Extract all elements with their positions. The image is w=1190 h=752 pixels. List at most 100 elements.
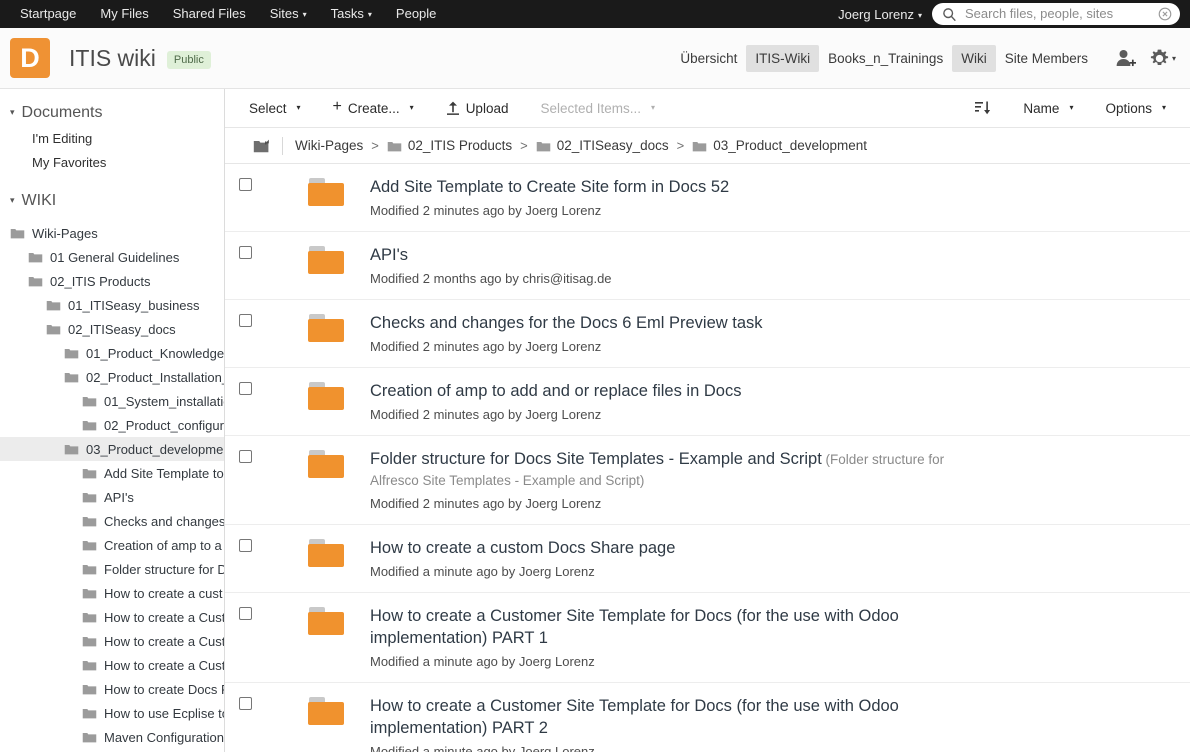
row-title[interactable]: How to create a Customer Site Template f… bbox=[370, 697, 899, 737]
file-list-row[interactable]: Checks and changes for the Docs 6 Eml Pr… bbox=[225, 300, 1190, 368]
sidebar-tree-item[interactable]: How to create a cust bbox=[0, 581, 224, 605]
topnav-item-my-files[interactable]: My Files bbox=[88, 0, 160, 28]
main-content-area: ▾ Documents I'm Editing My Favorites ▾ W… bbox=[0, 89, 1190, 752]
file-list-row[interactable]: How to create a Customer Site Template f… bbox=[225, 593, 1190, 683]
file-list-row[interactable]: How to create a Customer Site Template f… bbox=[225, 683, 1190, 752]
create-button[interactable]: + Create... ▾ bbox=[323, 95, 424, 121]
sidebar-tree-item[interactable]: 03_Product_developme bbox=[0, 437, 224, 461]
sidebar-item-my-favorites[interactable]: My Favorites bbox=[0, 151, 224, 175]
invite-members-button[interactable] bbox=[1109, 44, 1143, 72]
sidebar-tree-item[interactable]: 01_System_installatio bbox=[0, 389, 224, 413]
row-thumbnail[interactable] bbox=[298, 380, 354, 412]
sidebar-tree-item[interactable]: 02_Product_Installation_ bbox=[0, 365, 224, 389]
options-button[interactable]: Options ▾ bbox=[1095, 96, 1176, 121]
breadcrumb-item[interactable]: 02_ITIS Products bbox=[387, 138, 512, 153]
sidebar-tree-item[interactable]: 02_Product_configur bbox=[0, 413, 224, 437]
row-checkbox[interactable] bbox=[239, 382, 252, 395]
sidebar-tree-item[interactable]: 02_ITISeasy_docs bbox=[0, 317, 224, 341]
sidebar-tree-item[interactable]: Folder structure for D bbox=[0, 557, 224, 581]
row-modified-meta: Modified 2 minutes ago by Joerg Lorenz bbox=[370, 407, 602, 422]
row-checkbox[interactable] bbox=[239, 607, 252, 620]
selected-items-button[interactable]: Selected Items... ▾ bbox=[530, 96, 665, 121]
sidebar-tree-item[interactable]: Add Site Template to bbox=[0, 461, 224, 485]
site-nav-item-site-members[interactable]: Site Members bbox=[996, 45, 1097, 72]
row-checkbox[interactable] bbox=[239, 697, 252, 710]
sidebar-tree-item[interactable]: 02_ITIS Products bbox=[0, 269, 224, 293]
row-thumbnail[interactable] bbox=[298, 537, 354, 569]
search-input[interactable]: Search files, people, sites bbox=[965, 3, 1150, 25]
site-settings-button[interactable]: ▾ bbox=[1143, 44, 1176, 73]
row-thumbnail[interactable] bbox=[298, 244, 354, 276]
sidebar-tree-item[interactable]: 01_ITISeasy_business bbox=[0, 293, 224, 317]
chevron-down-icon: ▾ bbox=[1161, 102, 1166, 112]
row-title[interactable]: Creation of amp to add and or replace fi… bbox=[370, 382, 741, 400]
search-box[interactable]: Search files, people, sites bbox=[932, 3, 1180, 25]
topnav-item-shared-files[interactable]: Shared Files bbox=[161, 0, 258, 28]
row-thumbnail[interactable] bbox=[298, 695, 354, 727]
row-thumbnail[interactable] bbox=[298, 448, 354, 480]
sidebar-tree-item[interactable]: Checks and changes bbox=[0, 509, 224, 533]
site-logo[interactable]: D bbox=[10, 38, 50, 78]
sidebar-tree-item[interactable]: Creation of amp to a bbox=[0, 533, 224, 557]
sidebar-tree-item[interactable]: Maven Configuration bbox=[0, 725, 224, 749]
site-nav-item-itis-wiki[interactable]: ITIS-Wiki bbox=[746, 44, 820, 72]
site-navigation: Übersicht ITIS-Wiki Books_n_Trainings Wi… bbox=[671, 44, 1176, 73]
file-list-row[interactable]: How to create a custom Docs Share page Mo… bbox=[225, 525, 1190, 593]
topnav-item-startpage[interactable]: Startpage bbox=[8, 0, 88, 28]
row-body: How to create a Customer Site Template f… bbox=[370, 695, 1176, 752]
user-menu[interactable]: Joerg Lorenz ▾ bbox=[838, 7, 922, 22]
topnav-item-people[interactable]: People bbox=[384, 0, 448, 28]
row-checkbox[interactable] bbox=[239, 178, 252, 191]
row-checkbox[interactable] bbox=[239, 246, 252, 259]
row-checkbox[interactable] bbox=[239, 539, 252, 552]
folder-icon bbox=[64, 373, 79, 383]
row-title[interactable]: Checks and changes for the Docs 6 Eml Pr… bbox=[370, 314, 763, 332]
sidebar-tree-item[interactable]: How to create a Cust bbox=[0, 605, 224, 629]
sidebar-tree-item-label: 01_ITISeasy_business bbox=[68, 297, 200, 313]
sidebar-tree-item[interactable]: How to use Ecplise to bbox=[0, 701, 224, 725]
sort-direction-button[interactable] bbox=[965, 96, 1001, 120]
row-checkbox[interactable] bbox=[239, 314, 252, 327]
site-nav-item-uebersicht[interactable]: Übersicht bbox=[671, 45, 746, 72]
row-title[interactable]: Add Site Template to Create Site form in… bbox=[370, 178, 729, 196]
sidebar-tree-item[interactable]: How to create a Cust bbox=[0, 653, 224, 677]
topnav-item-tasks[interactable]: Tasks ▾ bbox=[319, 0, 384, 28]
sidebar-tree-item[interactable]: 01 General Guidelines bbox=[0, 245, 224, 269]
row-title[interactable]: How to create a Customer Site Template f… bbox=[370, 607, 899, 647]
sort-field-button[interactable]: Name ▾ bbox=[1013, 96, 1083, 121]
sidebar-tree-item[interactable]: API's bbox=[0, 485, 224, 509]
sidebar-item-im-editing[interactable]: I'm Editing bbox=[0, 127, 224, 151]
row-title[interactable]: Folder structure for Docs Site Templates… bbox=[370, 450, 822, 468]
sidebar-item-label: I'm Editing bbox=[32, 131, 93, 146]
sidebar-section-documents[interactable]: ▾ Documents bbox=[0, 99, 224, 127]
row-checkbox[interactable] bbox=[239, 450, 252, 463]
folder-icon bbox=[82, 589, 97, 599]
select-button[interactable]: Select ▾ bbox=[239, 96, 311, 121]
topnav-item-sites[interactable]: Sites ▾ bbox=[258, 0, 319, 28]
document-library-panel: Select ▾ + Create... ▾ Upload Selected Ite… bbox=[225, 89, 1190, 752]
clear-circle-icon[interactable] bbox=[1158, 7, 1172, 21]
row-thumbnail[interactable] bbox=[298, 176, 354, 208]
breadcrumb-item[interactable]: 02_ITISeasy_docs bbox=[536, 138, 669, 153]
sidebar-section-wiki[interactable]: ▾ WIKI bbox=[0, 187, 224, 215]
row-title[interactable]: API's bbox=[370, 246, 408, 264]
row-thumbnail[interactable] bbox=[298, 312, 354, 344]
breadcrumb-item[interactable]: 03_Product_development bbox=[692, 138, 867, 153]
site-nav-item-books-n-trainings[interactable]: Books_n_Trainings bbox=[819, 45, 952, 72]
sidebar-tree-item[interactable]: How to create Docs F bbox=[0, 677, 224, 701]
create-label: Create... bbox=[347, 100, 400, 116]
site-nav-item-wiki[interactable]: Wiki bbox=[952, 44, 996, 72]
row-thumbnail[interactable] bbox=[298, 605, 354, 637]
file-list-row[interactable]: Folder structure for Docs Site Templates… bbox=[225, 436, 1190, 525]
row-title[interactable]: How to create a custom Docs Share page bbox=[370, 539, 675, 557]
file-list-row[interactable]: Add Site Template to Create Site form in… bbox=[225, 164, 1190, 232]
upload-button[interactable]: Upload bbox=[436, 96, 519, 121]
file-list-row[interactable]: Creation of amp to add and or replace fi… bbox=[225, 368, 1190, 436]
sidebar-tree-item[interactable]: 01_Product_Knowledge bbox=[0, 341, 224, 365]
file-list-row[interactable]: API's Modified 2 months ago by chris@itis… bbox=[225, 232, 1190, 300]
select-label: Select bbox=[249, 100, 287, 116]
sidebar-tree-item[interactable]: How to create a Cust bbox=[0, 629, 224, 653]
breadcrumb-item[interactable]: Wiki-Pages bbox=[295, 138, 363, 153]
sidebar-tree-item[interactable]: Wiki-Pages bbox=[0, 221, 224, 245]
folder-up-button[interactable] bbox=[239, 138, 282, 154]
